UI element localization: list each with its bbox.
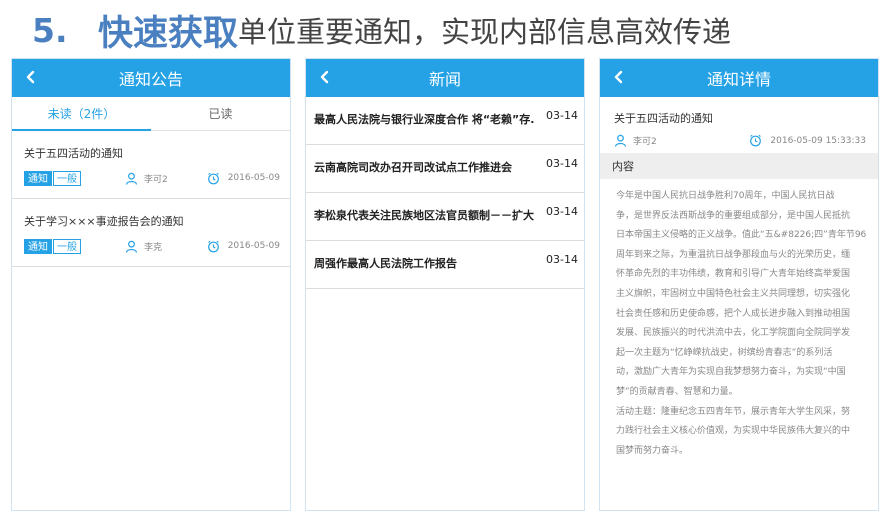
clock-icon — [207, 172, 219, 184]
news-list-item[interactable]: 云南高院司改办召开司改试点工作推进会 03-14 — [306, 145, 584, 193]
content-line: 今年是中国人民抗日战争胜利70周年，中国人民抗日战 — [616, 191, 835, 201]
news-list-item[interactable]: 周强作最高人民法院工作报告 03-14 — [306, 241, 584, 289]
clock-icon — [750, 134, 762, 147]
user-icon — [125, 240, 138, 253]
notice-title: 关于学习×××事迹报告会的通知 — [24, 215, 184, 228]
notice-header-title: 通知公告 — [118, 70, 183, 89]
content-line: 发展、民族振兴的时代洪流中去，化工学院面向全院同学发 — [616, 328, 851, 339]
notice-list-item[interactable]: 关于学习×××事迹报告会的通知 通知 一般 李克 2016-05-09 — [12, 199, 290, 267]
notice-title: 关于五四活动的通知 — [24, 147, 123, 160]
news-date: 03-14 — [546, 205, 578, 218]
slide-title: 5. 快速获取 单位重要通知，实现内部信息高效传递 — [32, 6, 731, 54]
content-section-label: 内容 — [600, 153, 878, 179]
notice-list-item[interactable]: 关于五四活动的通知 通知 一般 李可2 2016-05-09 — [12, 131, 290, 199]
news-list-item[interactable]: 最高人民法院与银行业深度合作 将“老赖”存... 03-14 — [306, 97, 584, 145]
news-date: 03-14 — [546, 157, 578, 170]
content-line: 活动主题：隆重纪念五四青年节，展示青年大学生风采，努 — [616, 406, 851, 417]
news-date: 03-14 — [546, 253, 578, 266]
notice-tabs: 未读（2件） 已读 — [12, 97, 290, 131]
notice-author: 李可2 — [144, 174, 168, 185]
content-line: 周年到来之际，为重温抗日战争那段血与火的光荣历史，缅 — [616, 249, 851, 260]
tab-unread[interactable]: 未读（2件） — [12, 97, 151, 131]
chevron-left-icon[interactable] — [24, 70, 38, 84]
detail-author: 李可2 — [633, 137, 657, 147]
content-line: 主义旗帜，牢固树立中国特色社会主义共同理想，切实强化 — [616, 288, 851, 299]
news-header-title: 新闻 — [428, 70, 461, 89]
news-title: 李松泉代表关注民族地区法官员额制－－扩大... — [314, 209, 534, 222]
content-line: 社会责任感和历史使命感，把个人成长进步融入到推动祖国 — [616, 308, 851, 319]
content-line: 力践行社会主义核心价值观，为实现中华民族伟大复兴的中 — [616, 426, 851, 437]
notice-type-badge: 通知 — [24, 170, 52, 186]
news-screen: 新闻 最高人民法院与银行业深度合作 将“老赖”存... 03-14 云南高院司改… — [305, 58, 585, 511]
news-list-item[interactable]: 李松泉代表关注民族地区法官员额制－－扩大... 03-14 — [306, 193, 584, 241]
content-line: 怀革命先烈的丰功伟绩，教育和引导广大青年始终高举爱国 — [616, 269, 851, 280]
tab-read[interactable]: 已读 — [151, 97, 290, 130]
content-line: 争，是世界反法西斯战争的重要组成部分，是中国人民抵抗 — [616, 210, 851, 221]
slide-number: 5. — [32, 10, 68, 50]
detail-header: 通知详情 — [600, 59, 878, 97]
notice-header: 通知公告 — [12, 59, 290, 97]
news-title: 最高人民法院与银行业深度合作 将“老赖”存... — [314, 113, 534, 126]
notice-level-badge: 一般 — [53, 238, 81, 254]
notice-level-badge: 一般 — [53, 170, 81, 186]
user-icon — [125, 172, 138, 185]
chevron-left-icon[interactable] — [612, 70, 626, 84]
notice-date: 2016-05-09 — [227, 241, 280, 251]
detail-screen: 通知详情 关于五四活动的通知 李可2 2016-05-09 15:33:33 内… — [599, 58, 879, 511]
content-line: 动，激励广大青年为实现自我梦想努力奋斗，为实现“中国 — [616, 367, 846, 378]
detail-content: 今年是中国人民抗日战争胜利70周年，中国人民抗日战 争，是世界反法西斯战争的重要… — [600, 179, 878, 461]
content-line: 梦”的贡献青春、智慧和力量。 — [616, 386, 738, 397]
chevron-left-icon[interactable] — [318, 70, 332, 84]
notice-type-badge: 通知 — [24, 238, 52, 254]
notice-date: 2016-05-09 — [227, 173, 280, 183]
notice-screen: 通知公告 未读（2件） 已读 关于五四活动的通知 通知 一般 李可2 2016-… — [11, 58, 291, 511]
news-title: 云南高院司改办召开司改试点工作推进会 — [314, 161, 512, 174]
detail-header-title: 通知详情 — [706, 70, 771, 89]
content-line: 起一次主题为“忆峥嵘抗战史，树缤纷青春志”的系列活 — [616, 347, 833, 358]
clock-icon — [207, 240, 219, 252]
detail-datetime: 2016-05-09 15:33:33 — [770, 135, 866, 146]
news-date: 03-14 — [546, 109, 578, 122]
slide-title-rest: 单位重要通知，实现内部信息高效传递 — [238, 15, 732, 49]
content-line: 日本帝国主义侵略的正义战争。值此“五&#8226;四”青年节96 — [616, 230, 867, 241]
slide-title-highlight: 快速获取 — [98, 13, 239, 54]
news-title: 周强作最高人民法院工作报告 — [314, 257, 457, 270]
content-line: 国梦而努力奋斗。 — [616, 445, 689, 456]
detail-summary: 关于五四活动的通知 李可2 2016-05-09 15:33:33 — [600, 97, 878, 153]
notice-author: 李克 — [144, 242, 163, 253]
news-header: 新闻 — [306, 59, 584, 97]
user-icon — [614, 134, 627, 147]
detail-title: 关于五四活动的通知 — [614, 112, 713, 125]
